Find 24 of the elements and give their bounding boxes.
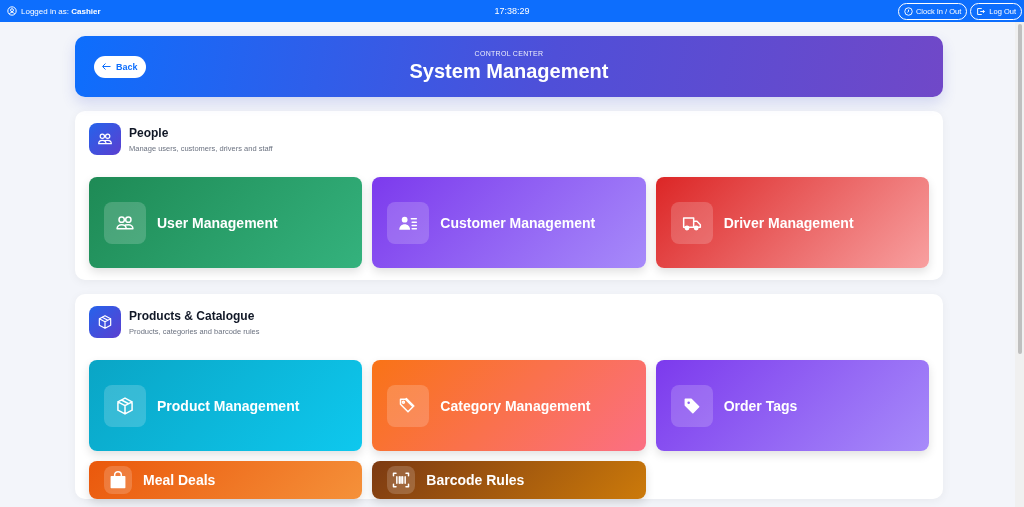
menu-tile[interactable]: Barcode Rules (372, 461, 646, 499)
clock-time: 17:38:29 (494, 6, 530, 16)
barcode-scan-icon (391, 470, 412, 490)
menu-tile[interactable]: Driver Management (655, 177, 929, 268)
clock-icon (903, 6, 913, 16)
shopping-bag-icon (108, 470, 128, 490)
page-title: System Management (409, 60, 609, 83)
users-icon (97, 131, 113, 147)
user-circle-icon (7, 6, 17, 16)
logout-icon (976, 6, 987, 16)
back-button[interactable]: Back (94, 55, 146, 78)
box-icon (115, 395, 135, 416)
menu-tile[interactable]: Category Management (372, 360, 646, 451)
logged-in-label: Logged in as: Cashier (21, 6, 101, 16)
section-title: People (129, 125, 170, 140)
menu-tile[interactable]: Customer Management (372, 177, 646, 268)
scrollbar[interactable] (1015, 22, 1024, 507)
box-icon (97, 314, 113, 330)
menu-tile[interactable]: Product Management (89, 360, 363, 451)
menu-tile[interactable]: Order Tags (655, 360, 929, 451)
left-arrow-icon (102, 63, 111, 70)
menu-tile[interactable]: User Management (89, 177, 363, 268)
menu-tile[interactable]: Meal Deals (89, 461, 363, 499)
section-title: Products & Catalogue (129, 308, 256, 323)
